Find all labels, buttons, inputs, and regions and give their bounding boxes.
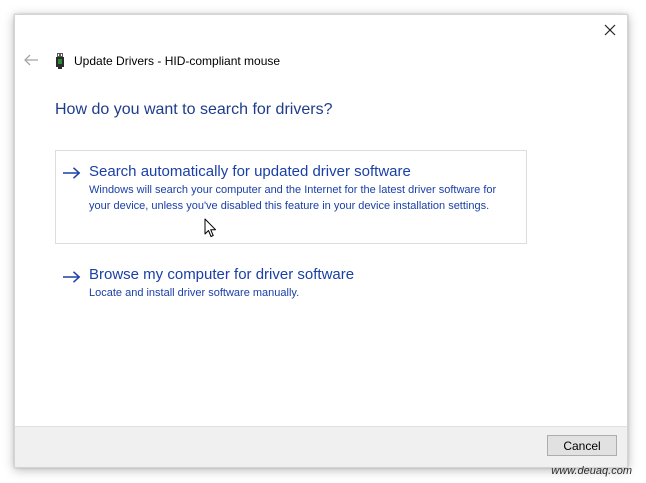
cancel-button[interactable]: Cancel bbox=[547, 435, 617, 456]
close-button[interactable] bbox=[599, 19, 621, 41]
arrow-right-icon bbox=[63, 167, 81, 179]
page-heading: How do you want to search for drivers? bbox=[55, 101, 333, 118]
update-drivers-dialog: Update Drivers - HID-compliant mouse How… bbox=[14, 14, 628, 468]
option-description: Locate and install driver software manua… bbox=[89, 287, 300, 299]
screenshot-canvas: Update Drivers - HID-compliant mouse How… bbox=[0, 0, 646, 483]
usb-device-icon bbox=[56, 53, 64, 69]
browse-computer-option[interactable]: Browse my computer for driver software L… bbox=[55, 253, 527, 311]
mouse-pointer-icon bbox=[204, 218, 216, 237]
option-description: Windows will search your computer and th… bbox=[89, 184, 497, 212]
option-title: Browse my computer for driver software bbox=[89, 266, 355, 283]
back-arrow-icon[interactable] bbox=[23, 53, 39, 67]
dialog-title: Update Drivers - HID-compliant mouse bbox=[74, 54, 281, 68]
close-icon bbox=[604, 24, 616, 36]
dialog-title-row: Update Drivers - HID-compliant mouse bbox=[55, 52, 280, 70]
search-automatically-option[interactable]: Search automatically for updated driver … bbox=[55, 150, 527, 244]
option-title: Search automatically for updated driver … bbox=[89, 163, 411, 180]
dialog-footer: Cancel bbox=[15, 426, 627, 467]
watermark-text: www.deuaq.com bbox=[551, 465, 632, 477]
arrow-right-icon bbox=[63, 271, 81, 283]
